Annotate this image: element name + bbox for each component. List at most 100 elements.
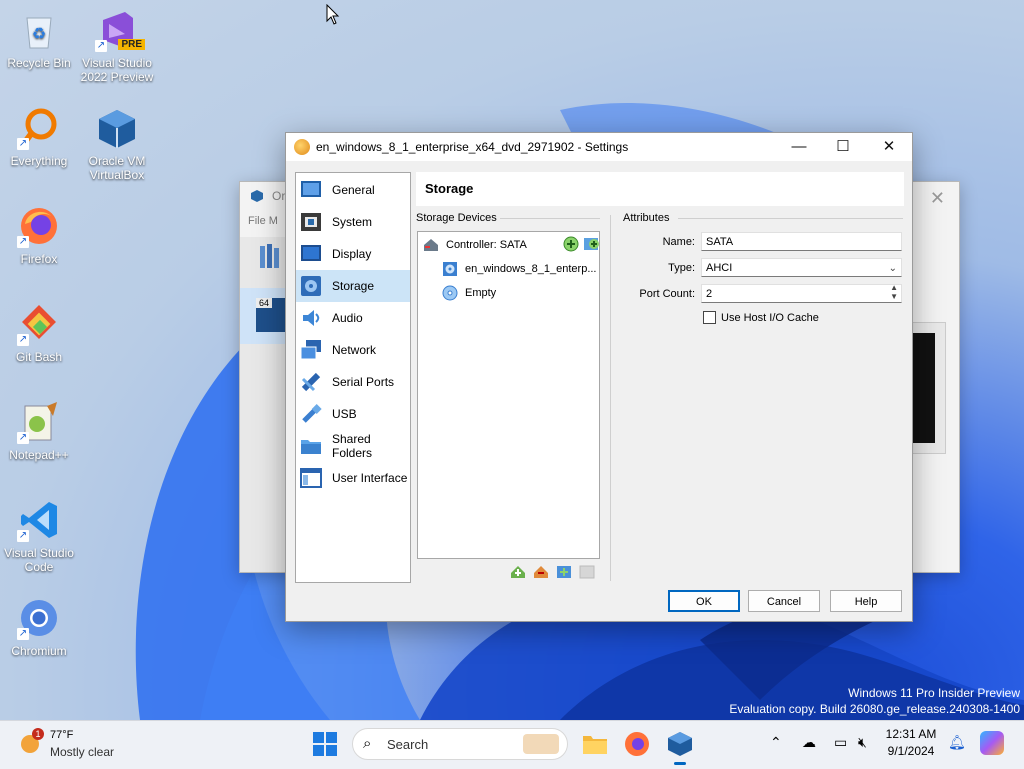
notepadpp-icon: ↗ xyxy=(17,400,61,444)
maximize-button[interactable]: ☐ xyxy=(820,133,866,161)
minimize-button[interactable]: — xyxy=(776,133,822,161)
sidebar-item-display[interactable]: Display xyxy=(296,238,410,270)
manager-vm-selected[interactable]: 64 xyxy=(240,288,288,344)
visual-studio-icon: PRE ↗ xyxy=(95,8,145,52)
name-field[interactable]: SATA xyxy=(701,232,902,251)
search-highlight-icon xyxy=(523,734,559,754)
pre-badge: PRE xyxy=(118,39,145,50)
empty-optical-drive-icon xyxy=(442,285,458,301)
settings-sidebar: General System Display Storage Audio Net… xyxy=(295,172,411,583)
desktop-icon-firefox[interactable]: ↗ Firefox xyxy=(0,204,78,266)
dialog-titlebar: en_windows_8_1_enterprise_x64_dvd_297190… xyxy=(286,133,912,161)
dialog-title: en_windows_8_1_enterprise_x64_dvd_297190… xyxy=(316,140,629,154)
sidebar-item-shared-folders[interactable]: Shared Folders xyxy=(296,430,410,462)
notification-bell-icon[interactable]: 🔔︎ xyxy=(948,734,966,751)
desktop-icon-visual-studio[interactable]: PRE ↗ Visual Studio 2022 Preview xyxy=(78,8,156,84)
desktop-icon-git-bash[interactable]: ↗ Git Bash xyxy=(0,302,78,364)
search-icon: ⌕ xyxy=(363,735,372,752)
system-icon xyxy=(300,211,322,233)
sidebar-item-user-interface[interactable]: User Interface xyxy=(296,462,410,494)
manager-menubar[interactable]: File M xyxy=(248,215,278,227)
ok-button[interactable]: OK xyxy=(668,590,740,612)
firefox-icon xyxy=(625,732,649,756)
remove-attachment-icon xyxy=(579,565,595,579)
mouse-cursor-icon xyxy=(326,4,340,25)
tray-overflow-chevron-icon[interactable]: ⌃ xyxy=(770,734,782,751)
optical-disk-icon xyxy=(443,262,457,276)
start-button[interactable] xyxy=(312,731,338,757)
sidebar-item-storage[interactable]: Storage xyxy=(296,270,410,302)
sidebar-item-network[interactable]: Network xyxy=(296,334,410,366)
storage-devices-divider xyxy=(500,218,600,219)
desktop-icon-recycle-bin[interactable]: ♻ Recycle Bin xyxy=(0,8,78,70)
chevron-down-icon: ⌄ xyxy=(888,263,897,274)
remove-controller-icon[interactable] xyxy=(533,564,549,580)
usb-icon xyxy=(300,403,322,425)
virtualbox-taskbar-button[interactable] xyxy=(666,730,694,765)
windows-start-icon xyxy=(313,732,337,756)
tree-item-disk-image[interactable]: en_windows_8_1_enterp... xyxy=(442,260,597,278)
help-button[interactable]: Help xyxy=(830,590,902,612)
network-tray-icon[interactable]: ☁ xyxy=(802,734,816,751)
recycle-bin-icon: ♻ xyxy=(17,8,61,52)
controller-icon xyxy=(424,239,438,251)
file-explorer-taskbar-button[interactable] xyxy=(581,730,609,758)
desktop-icon-virtualbox[interactable]: Oracle VM VirtualBox xyxy=(78,106,156,182)
sidebar-item-audio[interactable]: Audio xyxy=(296,302,410,334)
shortcut-arrow-icon: ↗ xyxy=(17,628,29,640)
taskbar-search[interactable]: ⌕ Search xyxy=(352,728,568,760)
splitter[interactable] xyxy=(610,215,611,581)
shortcut-arrow-icon: ↗ xyxy=(17,236,29,248)
desktop-icon-everything[interactable]: ↗ Everything xyxy=(0,106,78,168)
clock-time: 12:31 AM xyxy=(885,727,937,741)
tree-item-empty[interactable]: Empty xyxy=(442,284,597,302)
settings-dialog[interactable]: en_windows_8_1_enterprise_x64_dvd_297190… xyxy=(285,132,913,622)
sidebar-item-general[interactable]: General xyxy=(296,174,410,206)
manager-close-icon[interactable]: ✕ xyxy=(930,188,945,209)
clock[interactable]: 12:31 AM 9/1/2024 xyxy=(880,727,942,758)
sidebar-item-system[interactable]: System xyxy=(296,206,410,238)
chromium-icon: ↗ xyxy=(17,596,61,640)
add-attachment-icon[interactable] xyxy=(556,564,572,580)
desktop-icon-vscode[interactable]: ↗ Visual Studio Code xyxy=(0,498,78,574)
firefox-icon: ↗ xyxy=(17,204,61,248)
spin-arrows-icon[interactable]: ▲ ▼ xyxy=(890,283,898,301)
firefox-taskbar-button[interactable] xyxy=(623,730,651,758)
add-optical-drive-icon[interactable] xyxy=(563,236,579,252)
cancel-button[interactable]: Cancel xyxy=(748,590,820,612)
sidebar-item-usb[interactable]: USB xyxy=(296,398,410,430)
shortcut-arrow-icon: ↗ xyxy=(17,138,29,150)
checkbox-box xyxy=(703,311,716,324)
vm-thumbnail: 64 xyxy=(256,298,286,332)
manager-tools-icon[interactable] xyxy=(258,242,282,272)
port-count-spinbox[interactable]: 2 ▲ ▼ xyxy=(701,283,902,303)
general-icon xyxy=(300,179,322,201)
add-hard-disk-icon[interactable] xyxy=(583,236,599,252)
sidebar-item-serial-ports[interactable]: Serial Ports xyxy=(296,366,410,398)
shortcut-arrow-icon: ↗ xyxy=(17,334,29,346)
attributes-label: Attributes xyxy=(623,212,670,224)
close-button[interactable]: ✕ xyxy=(866,133,912,161)
watermark-line1: Windows 11 Pro Insider Preview xyxy=(848,686,1020,700)
volume-muted-icon[interactable]: 🔇︎ xyxy=(858,734,867,751)
desktop-icon-chromium[interactable]: ↗ Chromium xyxy=(0,596,78,658)
attributes-divider xyxy=(678,218,903,219)
add-controller-icon[interactable] xyxy=(510,564,526,580)
storage-tree[interactable]: Controller: SATA en_windows_8_1_enterp..… xyxy=(417,231,600,559)
virtualbox-icon xyxy=(251,190,263,202)
vscode-icon: ↗ xyxy=(17,498,61,542)
weather-condition: Mostly clear xyxy=(50,745,115,759)
copilot-icon[interactable] xyxy=(980,731,1004,755)
desktop-icon-notepadpp[interactable]: ↗ Notepad++ xyxy=(0,400,78,462)
type-select[interactable]: AHCI ⌄ xyxy=(701,258,902,277)
weather-widget[interactable]: 1 77°F Mostly clear xyxy=(16,728,126,762)
port-count-label: Port Count: xyxy=(639,288,695,300)
clock-date: 9/1/2024 xyxy=(887,744,935,758)
shortcut-arrow-icon: ↗ xyxy=(95,40,107,52)
host-io-cache-checkbox[interactable]: Use Host I/O Cache xyxy=(703,311,819,324)
audio-icon xyxy=(300,307,322,329)
git-bash-icon: ↗ xyxy=(17,302,61,346)
tree-controller-sata[interactable]: Controller: SATA xyxy=(422,236,599,254)
display-tray-icon[interactable]: ▭ xyxy=(834,734,847,751)
type-label: Type: xyxy=(668,262,695,274)
